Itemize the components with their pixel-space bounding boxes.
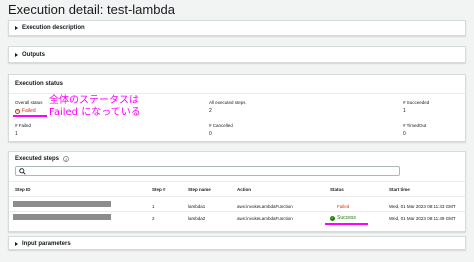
annotation-line-1: 全体のステータスは (49, 95, 139, 106)
caret-right-icon (15, 242, 18, 246)
column-header-step-name[interactable]: Step name (188, 187, 211, 192)
timedout-value: 0 (403, 131, 406, 137)
input-parameters-header[interactable]: Input parameters (15, 241, 71, 247)
status-cell: ✓ Success (330, 215, 356, 221)
highlight-underline (325, 223, 368, 225)
start-time-cell: Wed, 01 Mar 2023 08:11:49 GMT (389, 216, 456, 221)
execution-description-panel[interactable]: Execution description (8, 20, 466, 36)
execution-status-header: Execution status (15, 81, 63, 87)
outputs-panel[interactable]: Outputs (8, 46, 466, 63)
all-executed-steps-value: 2 (209, 108, 212, 114)
column-header-step-num[interactable]: Step # (152, 187, 166, 192)
execution-status-label: Execution status (15, 81, 64, 87)
outputs-header[interactable]: Outputs (15, 52, 45, 58)
failed-count-value: 1 (15, 131, 18, 137)
step-num-cell: 2 (152, 216, 155, 221)
executed-steps-panel: Executed steps 2 Step ID Step # Step nam… (8, 151, 466, 232)
executed-steps-label: Executed steps (15, 156, 60, 162)
executed-steps-header: Executed steps 2 (15, 156, 70, 162)
divider (9, 181, 465, 182)
column-header-status[interactable]: Status (330, 187, 344, 192)
overall-status-value: × Failed (15, 108, 36, 114)
outputs-label: Outputs (22, 52, 45, 58)
annotation-text: 全体のステータスは Failed になっている (49, 95, 141, 119)
status-cell-text: Success (337, 215, 356, 221)
action-cell: aws:invokeLambdaFunction (237, 216, 293, 221)
page-title: Execution detail: test-lambda (8, 2, 175, 17)
overall-status-text: Failed (22, 108, 36, 114)
caret-right-icon (15, 53, 18, 57)
failed-count-label: # Failed (15, 123, 32, 128)
step-name-cell: lambda2 (188, 216, 206, 221)
column-header-start-time[interactable]: Start time (389, 187, 410, 192)
action-cell: aws:invokeLambdaFunction (237, 204, 293, 209)
error-icon: × (15, 108, 20, 114)
check-circle-icon: ✓ (330, 215, 335, 221)
redacted-step-id (13, 214, 111, 220)
execution-description-header[interactable]: Execution description (15, 25, 85, 31)
input-parameters-label: Input parameters (22, 241, 71, 247)
input-parameters-panel[interactable]: Input parameters (8, 236, 466, 250)
succeeded-label: # Succeeded (403, 100, 430, 105)
steps-search-input[interactable] (15, 166, 400, 176)
succeeded-value: 1 (403, 108, 406, 114)
step-num-cell: 1 (152, 204, 155, 209)
status-cell: Failed (337, 204, 350, 209)
column-header-step-id[interactable]: Step ID (15, 187, 31, 192)
start-time-cell: Wed, 01 Mar 2023 08:11:43 GMT (389, 204, 456, 209)
timedout-label: # TimedOut (403, 123, 427, 128)
cancelled-label: # Cancelled (209, 123, 233, 128)
all-executed-steps-label: All executed steps (209, 100, 246, 105)
step-name-cell: lambda1 (188, 204, 206, 209)
execution-status-panel: Execution status Overall status × Failed… (8, 74, 466, 142)
annotation-line-2: Failed になっている (49, 107, 141, 118)
divider (9, 93, 465, 94)
caret-right-icon (15, 26, 18, 30)
redacted-step-id (13, 201, 111, 207)
search-icon (19, 168, 26, 175)
divider (9, 211, 465, 212)
overall-status-label: Overall status (15, 100, 43, 105)
execution-description-label: Execution description (22, 25, 85, 31)
highlight-underline (13, 115, 47, 117)
divider (9, 196, 465, 197)
column-header-action[interactable]: Action (237, 187, 251, 192)
steps-count-badge: 2 (63, 156, 70, 162)
cancelled-value: 0 (209, 131, 212, 137)
